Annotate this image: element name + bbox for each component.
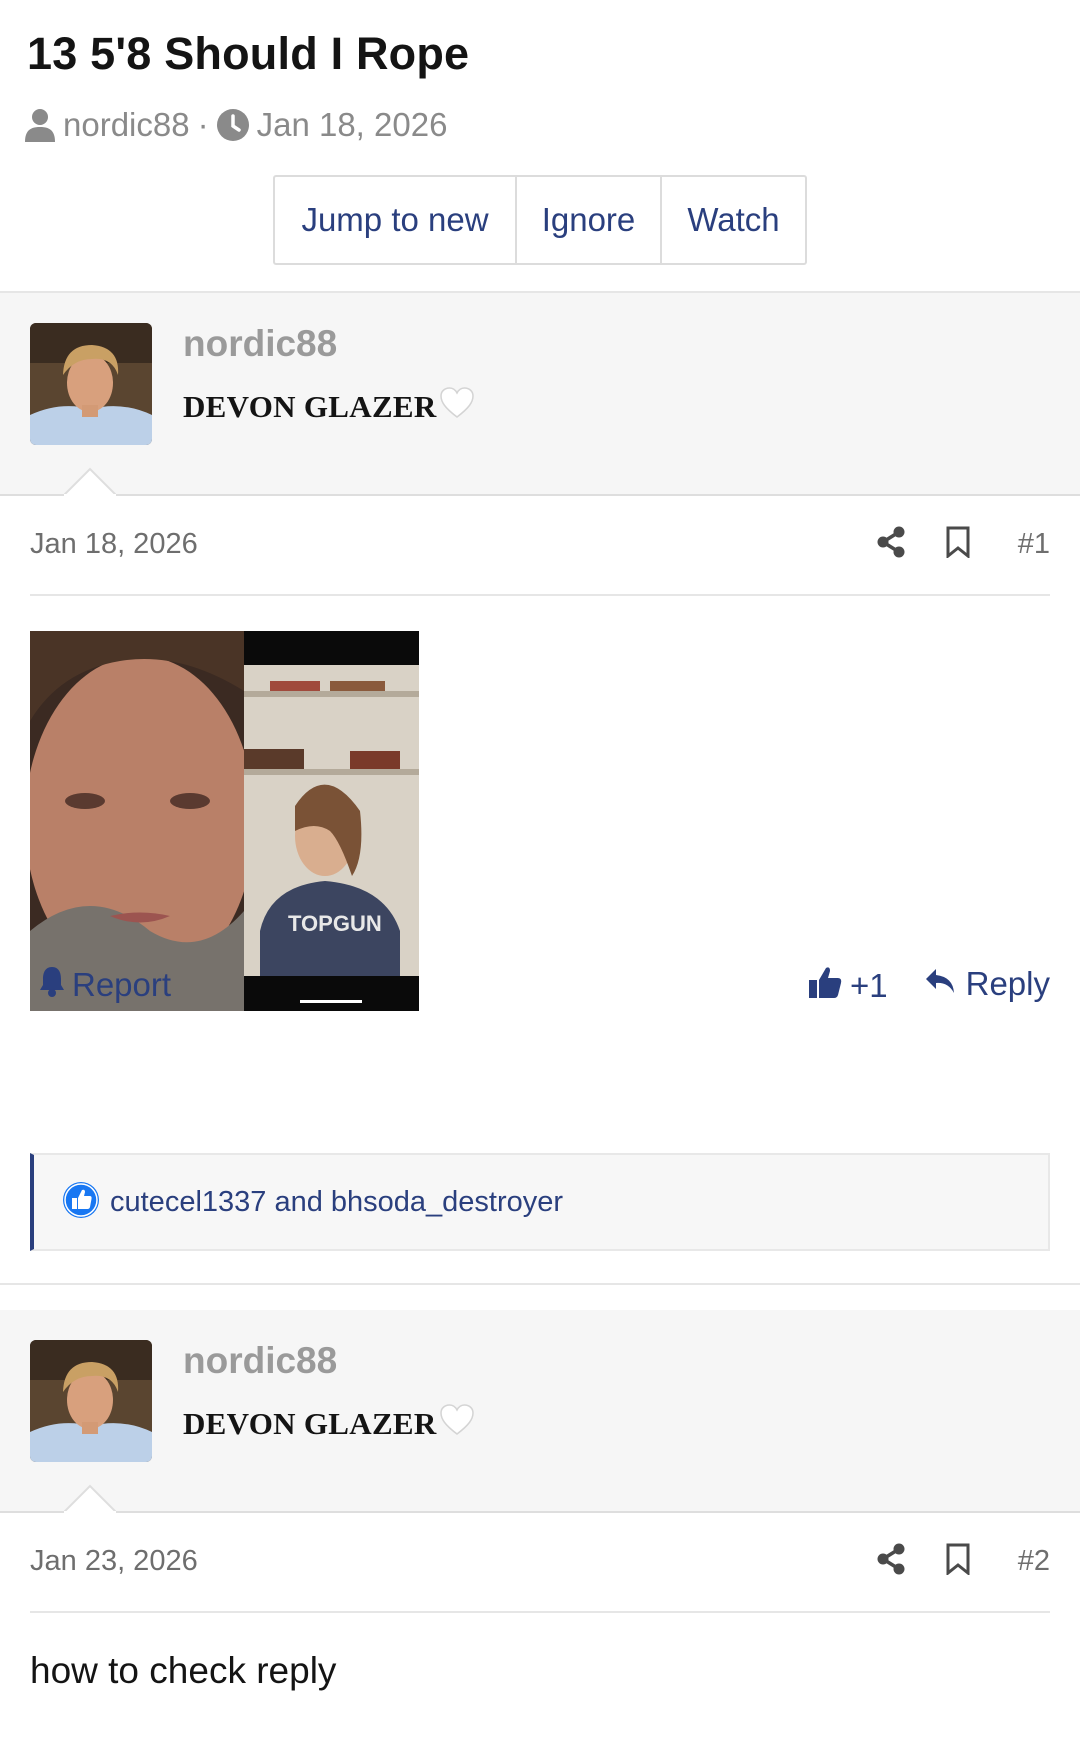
reactions-bar[interactable]: cutecel1337 and bhsoda_destroyer <box>30 1153 1050 1251</box>
clock-icon <box>216 109 249 141</box>
thread-date[interactable]: Jan 18, 2026 <box>257 106 448 144</box>
thread-author-link[interactable]: nordic88 <box>63 106 190 144</box>
bookmark-icon[interactable] <box>945 1543 971 1580</box>
thumbs-up-icon <box>808 965 850 1007</box>
user-title: DEVON GLAZER <box>183 1404 475 1444</box>
watch-button[interactable]: Watch <box>662 177 805 263</box>
thread-button-group: Jump to new Ignore Watch <box>273 175 807 265</box>
bell-icon <box>38 965 72 1005</box>
post-username[interactable]: nordic88 <box>183 323 337 365</box>
report-link[interactable]: Report <box>38 965 171 1005</box>
post-user-block: nordic88 DEVON GLAZER <box>0 293 1080 496</box>
post-user-block: nordic88 DEVON GLAZER <box>0 1310 1080 1513</box>
post-attribution: Jan 23, 2026 #2 <box>30 1513 1050 1613</box>
reply-link[interactable]: Reply <box>924 965 1050 1003</box>
report-label: Report <box>72 966 172 1003</box>
avatar[interactable] <box>30 323 152 445</box>
share-icon[interactable] <box>876 1543 906 1580</box>
post-image[interactable]: TOPGUN <box>30 631 419 1011</box>
like-button[interactable]: +1 <box>808 965 888 1007</box>
avatar[interactable] <box>30 1340 152 1462</box>
thread-meta: nordic88 · Jan 18, 2026 <box>25 103 447 147</box>
reply-arrow-icon <box>924 965 966 1003</box>
post-1: nordic88 DEVON GLAZER Jan 18, 2026 #1 TO… <box>0 293 1080 1283</box>
message-arrow <box>64 467 116 496</box>
user-title-text: DEVON GLAZER <box>183 389 437 424</box>
share-icon[interactable] <box>876 526 906 563</box>
post-date[interactable]: Jan 18, 2026 <box>30 528 198 561</box>
svg-text:TOPGUN: TOPGUN <box>288 911 382 936</box>
bookmark-icon[interactable] <box>945 526 971 563</box>
post-date[interactable]: Jan 23, 2026 <box>30 1545 198 1578</box>
message-arrow <box>64 1484 116 1513</box>
ignore-button[interactable]: Ignore <box>517 177 662 263</box>
user-title-text: DEVON GLAZER <box>183 1406 437 1441</box>
like-reaction-icon <box>62 1181 110 1224</box>
reply-label: Reply <box>965 965 1050 1002</box>
post-divider <box>0 1283 1080 1285</box>
white-heart-icon <box>439 1404 475 1444</box>
post-number[interactable]: #1 <box>1018 528 1050 561</box>
reactions-users: cutecel1337 and bhsoda_destroyer <box>110 1185 564 1218</box>
jump-to-new-button[interactable]: Jump to new <box>275 177 517 263</box>
thread-header: 13 5'8 Should I Rope nordic88 · Jan 18, … <box>0 0 1080 293</box>
post-number[interactable]: #2 <box>1018 1545 1050 1578</box>
post-body: how to check reply <box>30 1650 337 1691</box>
meta-separator: · <box>197 106 209 143</box>
thread-title: 13 5'8 Should I Rope <box>27 28 470 79</box>
post-actions: Report +1 Reply <box>30 961 1050 1011</box>
post-2: nordic88 DEVON GLAZER Jan 23, 2026 #2 ho… <box>0 1310 1080 1737</box>
like-count: +1 <box>850 967 888 1004</box>
post-attribution: Jan 18, 2026 #1 <box>30 496 1050 596</box>
user-title: DEVON GLAZER <box>183 387 475 427</box>
white-heart-icon <box>439 387 475 427</box>
user-icon <box>25 108 55 142</box>
post-username[interactable]: nordic88 <box>183 1340 337 1382</box>
